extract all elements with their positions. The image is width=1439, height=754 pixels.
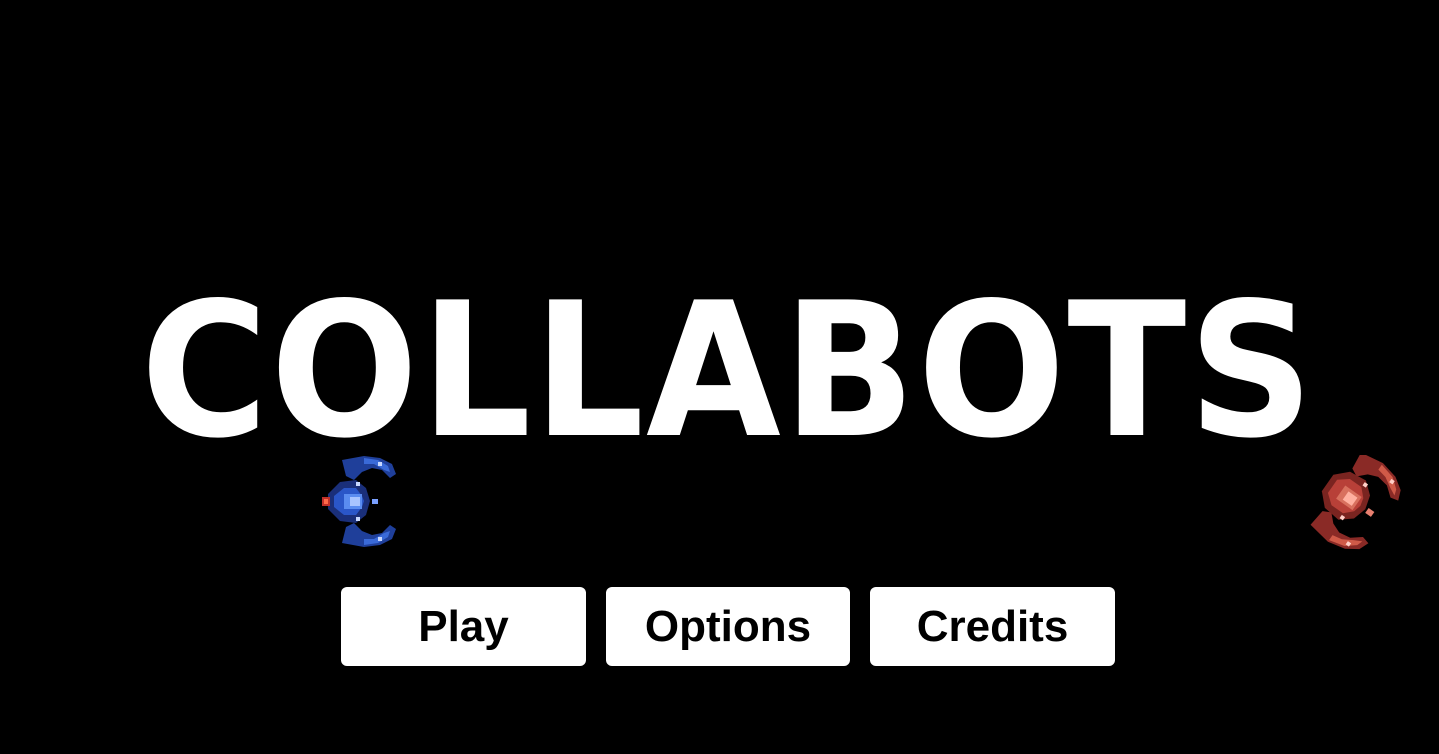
play-button[interactable]: Play bbox=[341, 587, 586, 666]
main-menu-screen: COLLABOTS Play Options Credits bbox=[0, 0, 1439, 754]
game-title-logo: COLLABOTS bbox=[141, 290, 1316, 450]
red-spaceship-sprite bbox=[1310, 455, 1401, 550]
blue-spaceship-sprite bbox=[322, 456, 396, 547]
game-title: COLLABOTS bbox=[141, 290, 1316, 450]
options-button[interactable]: Options bbox=[606, 587, 850, 666]
credits-button[interactable]: Credits bbox=[870, 587, 1115, 666]
main-menu: Play Options Credits bbox=[341, 587, 1115, 666]
